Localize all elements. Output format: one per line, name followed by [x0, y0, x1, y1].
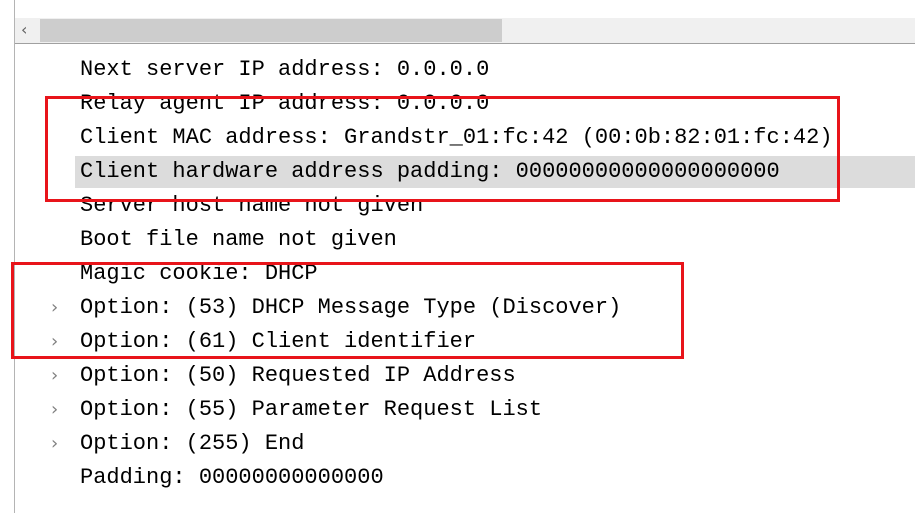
pane-left-border	[0, 0, 15, 513]
packet-details-tree: Next server IP address: 0.0.0.0 Relay age…	[15, 53, 915, 495]
tree-row-label: Option: (53) DHCP Message Type (Discover…	[80, 295, 622, 320]
tree-row-label: Client hardware address padding: 0000000…	[80, 159, 780, 184]
tree-row[interactable]: › Option: (50) Requested IP Address	[15, 359, 915, 393]
tree-row-label: Option: (255) End	[80, 431, 305, 456]
expand-chevron-icon[interactable]: ›	[51, 427, 58, 461]
tree-row[interactable]: › Option: (255) End	[15, 427, 915, 461]
tree-row-label: Padding: 00000000000000	[80, 465, 384, 490]
expand-chevron-icon[interactable]: ›	[51, 291, 58, 325]
tree-row[interactable]: › Option: (55) Parameter Request List	[15, 393, 915, 427]
horizontal-scrollbar[interactable]: ‹	[15, 18, 915, 44]
expand-chevron-icon[interactable]: ›	[51, 393, 58, 427]
tree-row[interactable]: Server host name not given	[15, 189, 915, 223]
tree-row-label: Boot file name not given	[80, 227, 397, 252]
tree-row-label: Magic cookie: DHCP	[80, 261, 318, 286]
tree-row-label: Option: (50) Requested IP Address	[80, 363, 516, 388]
tree-row[interactable]: Relay agent IP address: 0.0.0.0	[15, 87, 915, 121]
expand-chevron-icon[interactable]: ›	[51, 325, 58, 359]
tree-row[interactable]: Magic cookie: DHCP	[15, 257, 915, 291]
expand-chevron-icon[interactable]: ›	[51, 359, 58, 393]
tree-row[interactable]: Client hardware address padding: 0000000…	[15, 155, 915, 189]
tree-row-label: Client MAC address: Grandstr_01:fc:42 (0…	[80, 125, 833, 150]
tree-row-label: Option: (61) Client identifier	[80, 329, 477, 354]
tree-row-label: Option: (55) Parameter Request List	[80, 397, 543, 422]
tree-row[interactable]: Next server IP address: 0.0.0.0	[15, 53, 915, 87]
scrollbar-thumb[interactable]	[40, 19, 502, 42]
tree-row-label: Next server IP address: 0.0.0.0	[80, 57, 490, 82]
tree-row[interactable]: › Option: (53) DHCP Message Type (Discove…	[15, 291, 915, 325]
tree-row[interactable]: Boot file name not given	[15, 223, 915, 257]
tree-row[interactable]: › Option: (61) Client identifier	[15, 325, 915, 359]
tree-row-label: Server host name not given	[80, 193, 424, 218]
tree-row[interactable]: Padding: 00000000000000	[15, 461, 915, 495]
chevron-left-icon[interactable]: ‹	[21, 20, 27, 39]
tree-row[interactable]: Client MAC address: Grandstr_01:fc:42 (0…	[15, 121, 915, 155]
tree-row-label: Relay agent IP address: 0.0.0.0	[80, 91, 490, 116]
